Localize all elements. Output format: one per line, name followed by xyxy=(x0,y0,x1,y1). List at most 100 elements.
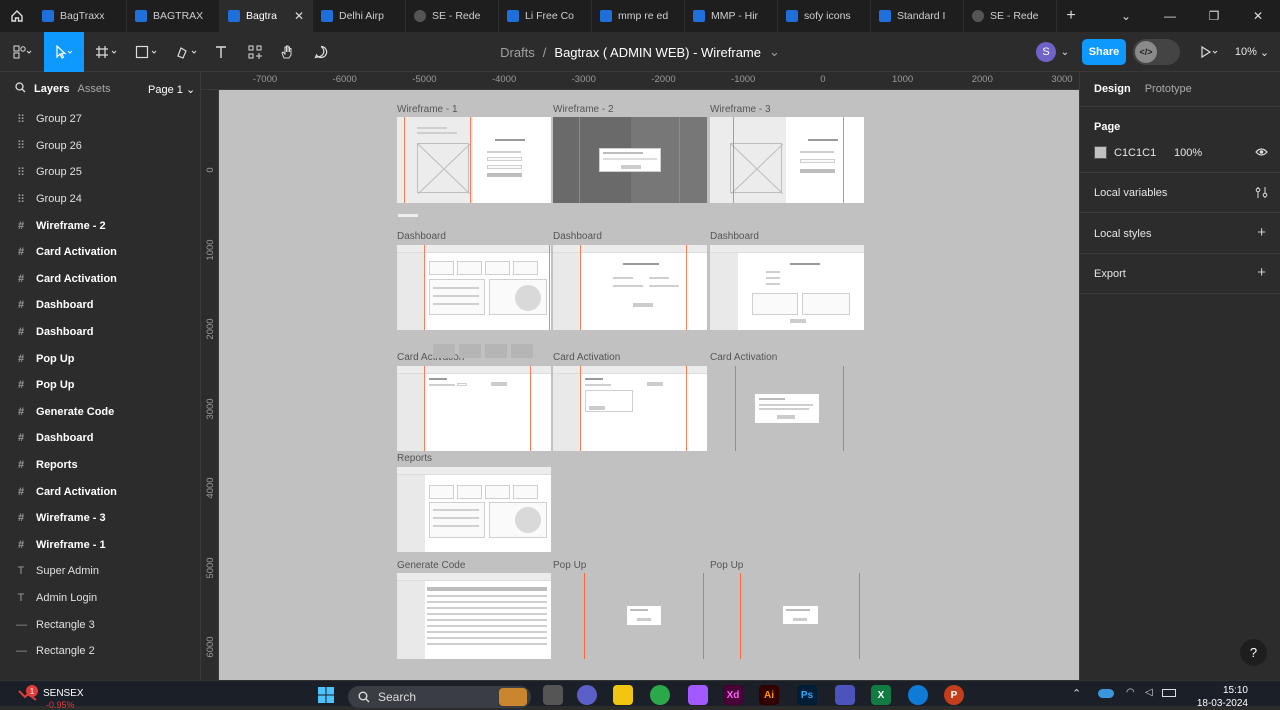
generate-code-frame[interactable] xyxy=(397,573,551,659)
variables-settings-icon[interactable] xyxy=(1255,186,1268,202)
layer-row[interactable]: # Generate Code xyxy=(0,399,200,426)
clock-date[interactable]: 18-03-2024 xyxy=(1196,698,1248,709)
design-tab[interactable]: Design xyxy=(1094,83,1131,95)
layer-row[interactable]: ⠿ Group 25 xyxy=(0,159,200,186)
battery-icon[interactable] xyxy=(1162,689,1176,697)
layer-row[interactable]: # Wireframe - 1 xyxy=(0,532,200,559)
file-explorer-icon[interactable] xyxy=(613,685,633,705)
tab-4[interactable]: SE - Rede xyxy=(406,0,499,32)
frame-title[interactable]: Wireframe - 3 xyxy=(710,104,771,115)
frame-title[interactable]: Pop Up xyxy=(553,560,586,571)
layer-row[interactable]: # Pop Up xyxy=(0,345,200,372)
eye-icon[interactable] xyxy=(1255,146,1268,161)
frame-title[interactable]: Pop Up xyxy=(710,560,743,571)
chevron-down-icon[interactable]: ⌄ xyxy=(769,44,780,60)
layer-row[interactable]: # Card Activation xyxy=(0,239,200,266)
windows-start-icon[interactable] xyxy=(316,685,336,705)
tab-2[interactable]: Bagtra ✕ xyxy=(220,0,313,32)
pop-up-frame[interactable] xyxy=(627,606,661,625)
tab-5[interactable]: Li Free Co xyxy=(499,0,592,32)
new-tab-icon[interactable]: + xyxy=(1057,7,1085,25)
pop-up-frame[interactable] xyxy=(783,606,818,624)
present-icon[interactable] xyxy=(1196,32,1224,72)
close-tab-icon[interactable]: ✕ xyxy=(294,9,304,23)
illustrator-icon[interactable]: Ai xyxy=(759,685,779,705)
frame-title[interactable]: Dashboard xyxy=(553,231,602,242)
dashboard-frame[interactable] xyxy=(397,245,551,330)
page-color-swatch[interactable] xyxy=(1094,146,1107,159)
local-variables-label[interactable]: Local variables xyxy=(1094,187,1167,199)
dashboard-frame[interactable] xyxy=(553,245,707,330)
component-instance[interactable] xyxy=(511,344,533,358)
share-button[interactable]: Share xyxy=(1082,39,1126,65)
frame-title[interactable]: Card Activation xyxy=(553,352,620,363)
layer-row[interactable]: # Card Activation xyxy=(0,266,200,293)
layer-row[interactable]: — Rectangle 3 xyxy=(0,611,200,638)
component-instance[interactable] xyxy=(485,344,507,358)
tab-8[interactable]: sofy icons xyxy=(778,0,871,32)
component-instance[interactable] xyxy=(433,344,455,358)
dashboard-frame[interactable] xyxy=(710,245,864,330)
home-icon[interactable] xyxy=(0,0,34,32)
add-export-icon[interactable]: + xyxy=(1257,264,1266,281)
avatar[interactable]: S xyxy=(1036,42,1056,62)
layers-tab[interactable]: Layers xyxy=(34,83,69,95)
tab-1[interactable]: BAGTRAX xyxy=(127,0,220,32)
page-color-value[interactable]: C1C1C1 xyxy=(1114,147,1156,159)
frame-title[interactable]: Wireframe - 2 xyxy=(553,104,614,115)
chrome-icon[interactable] xyxy=(650,685,670,705)
tab-0[interactable]: BagTraxx xyxy=(34,0,127,32)
close-window-icon[interactable]: ✕ xyxy=(1236,0,1280,32)
drafts-link[interactable]: Drafts xyxy=(500,45,535,60)
card-activation-frame[interactable] xyxy=(553,366,707,451)
layer-row[interactable]: # Reports xyxy=(0,452,200,479)
layer-row[interactable]: # Pop Up xyxy=(0,372,200,399)
teams-work-icon[interactable] xyxy=(835,685,855,705)
wireframe-2-frame[interactable] xyxy=(553,117,707,203)
layer-row[interactable]: T Super Admin xyxy=(0,558,200,585)
layer-row[interactable]: # Dashboard xyxy=(0,425,200,452)
layer-row[interactable]: ⠿ Group 27 xyxy=(0,106,200,133)
frame-title[interactable]: Dashboard xyxy=(397,231,446,242)
frame-title[interactable]: Dashboard xyxy=(710,231,759,242)
reports-frame[interactable] xyxy=(397,467,551,552)
layer-row[interactable]: # Dashboard xyxy=(0,319,200,346)
teams-icon[interactable] xyxy=(577,685,597,705)
frame-title[interactable]: Reports xyxy=(397,453,432,464)
figma-icon[interactable] xyxy=(688,685,708,705)
design-canvas[interactable]: Wireframe - 1 Wireframe - 2 Wireframe - … xyxy=(219,90,1079,680)
tab-3[interactable]: Delhi Airp xyxy=(313,0,406,32)
card-activation-frame[interactable] xyxy=(397,366,551,451)
clock-time[interactable]: 15:10 xyxy=(1208,685,1248,696)
task-view-icon[interactable] xyxy=(543,685,563,705)
layer-row[interactable]: # Wireframe - 2 xyxy=(0,212,200,239)
edge-icon[interactable] xyxy=(908,685,928,705)
card-activation-popup[interactable] xyxy=(755,394,819,423)
onedrive-icon[interactable] xyxy=(1098,689,1114,698)
powerpoint-icon[interactable]: P xyxy=(944,685,964,705)
assets-tab[interactable]: Assets xyxy=(77,83,110,95)
layer-row[interactable]: T Admin Login xyxy=(0,585,200,612)
search-icon[interactable] xyxy=(15,82,26,96)
wireframe-3-frame[interactable] xyxy=(710,117,864,203)
minimize-icon[interactable]: — xyxy=(1148,0,1192,32)
layer-row[interactable]: ⠿ Group 24 xyxy=(0,186,200,213)
frame-title[interactable]: Wireframe - 1 xyxy=(397,104,458,115)
small-rectangle[interactable] xyxy=(398,214,418,217)
file-name[interactable]: Bagtrax ( ADMIN WEB) - Wireframe xyxy=(554,45,761,60)
wifi-icon[interactable]: ◠ xyxy=(1126,687,1135,698)
local-styles-label[interactable]: Local styles xyxy=(1094,228,1151,240)
avatar-chevron-icon[interactable]: ⌄ xyxy=(1058,32,1072,72)
layer-row[interactable]: # Wireframe - 3 xyxy=(0,505,200,532)
page-opacity-value[interactable]: 100% xyxy=(1174,147,1202,159)
export-label[interactable]: Export xyxy=(1094,268,1126,280)
add-style-icon[interactable]: + xyxy=(1257,224,1266,241)
layer-row[interactable]: ⠿ Group 26 xyxy=(0,133,200,160)
tab-9[interactable]: Standard I xyxy=(871,0,964,32)
tab-6[interactable]: mmp re ed xyxy=(592,0,685,32)
taskbar-search[interactable]: Search xyxy=(348,686,531,708)
photoshop-icon[interactable]: Ps xyxy=(797,685,817,705)
chevron-up-icon[interactable]: ⌃ xyxy=(1072,687,1081,700)
page-selector[interactable]: Page 1 ⌄ xyxy=(148,83,195,96)
layer-row[interactable]: # Card Activation xyxy=(0,478,200,505)
